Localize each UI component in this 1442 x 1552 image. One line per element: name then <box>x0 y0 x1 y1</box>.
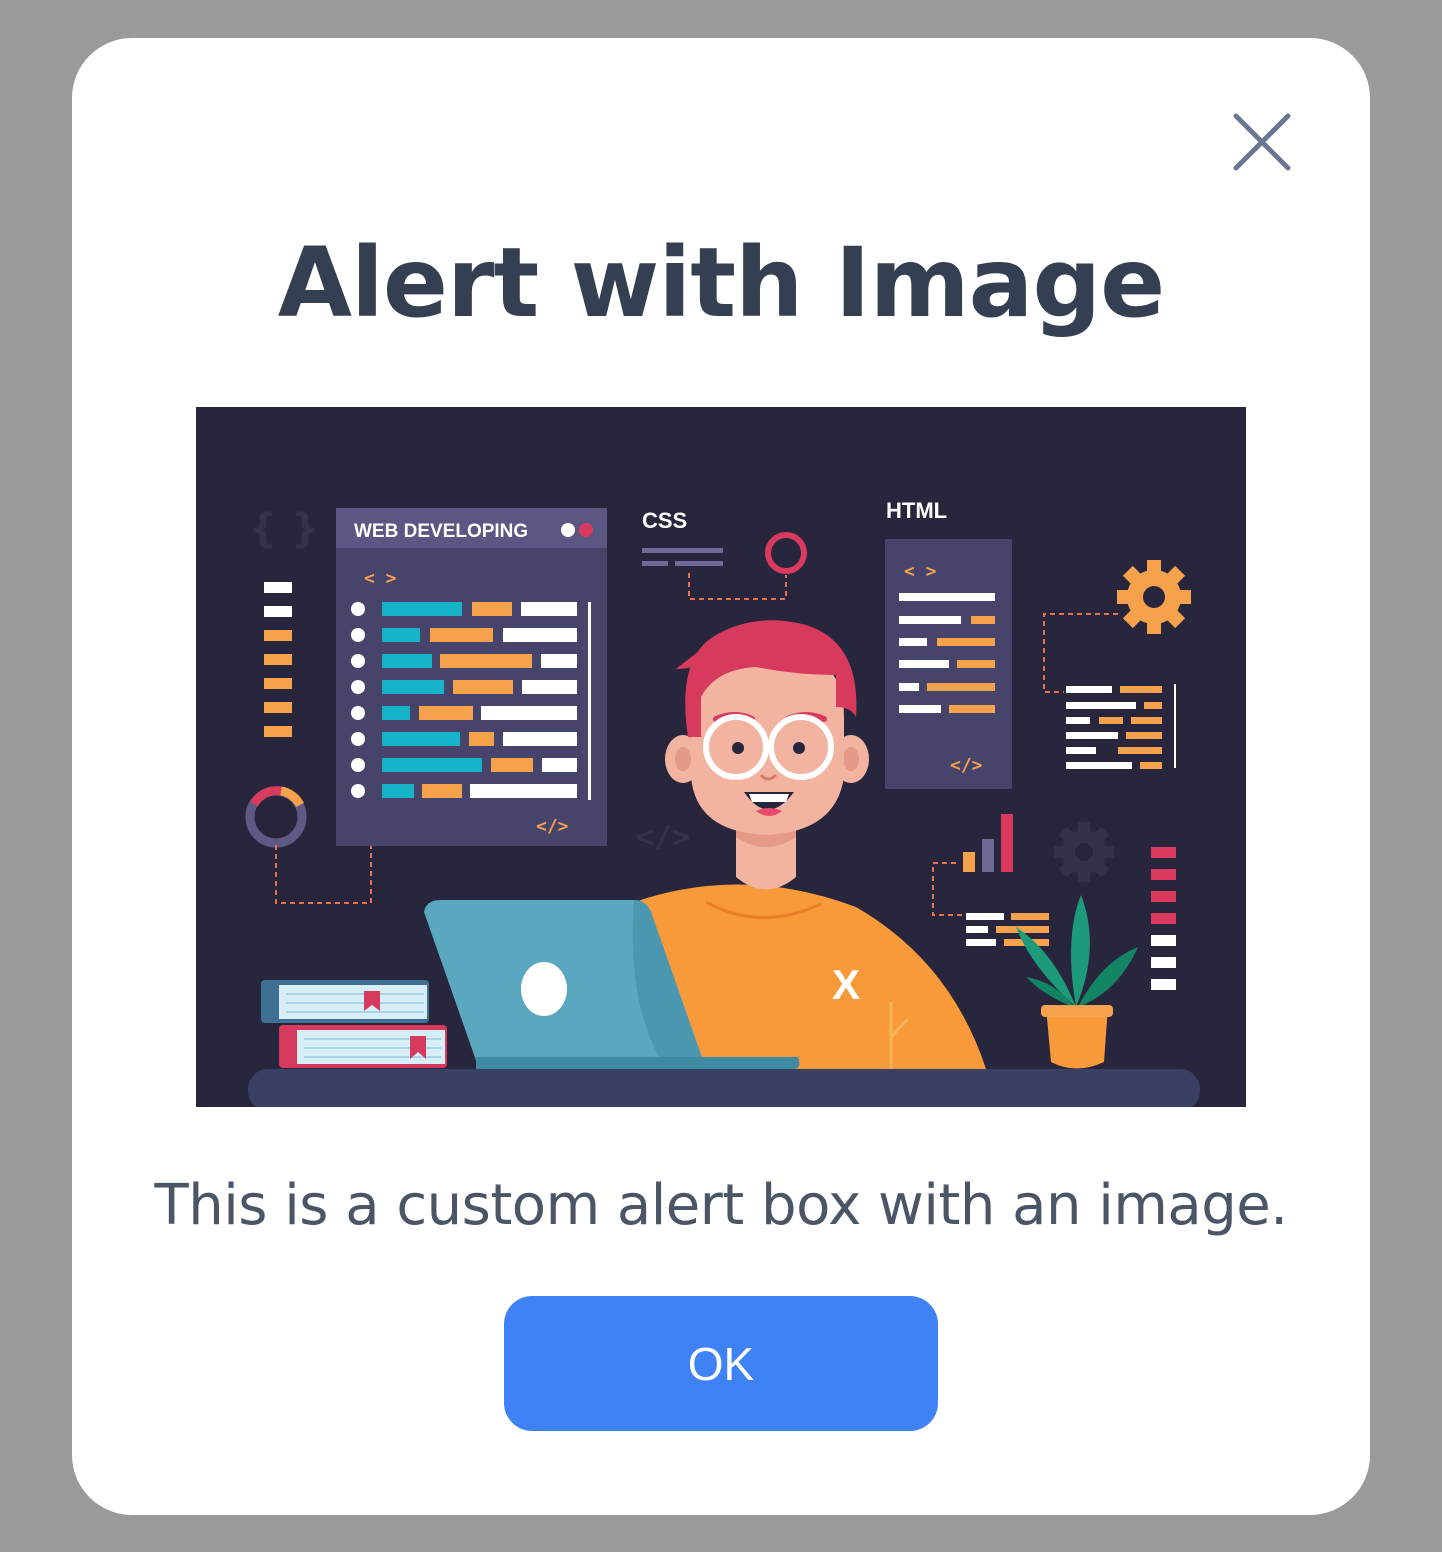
svg-text:</>: </> <box>636 820 690 855</box>
dialog-message: This is a custom alert box with an image… <box>154 1173 1289 1238</box>
dialog-title: Alert with Image <box>277 227 1166 339</box>
svg-text:</>: </> <box>536 816 569 837</box>
html-window: HTML < > </> <box>885 498 1012 789</box>
svg-text:{ }: { } <box>249 506 320 552</box>
svg-text:</>: </> <box>950 755 983 776</box>
close-icon <box>1233 113 1291 171</box>
web-developer-illustration: { } WEB DEVELOPING < > </> </> CSS HTML … <box>196 407 1246 1107</box>
svg-text:HTML: HTML <box>886 498 947 523</box>
ok-button[interactable]: OK <box>504 1296 938 1431</box>
svg-text:CSS: CSS <box>642 508 687 533</box>
svg-text:X: X <box>832 961 860 1008</box>
code-window: WEB DEVELOPING < > </> <box>336 508 607 846</box>
gear-icon <box>1117 560 1191 634</box>
close-button[interactable] <box>1224 104 1300 180</box>
svg-text:< >: < > <box>904 561 937 582</box>
alert-dialog: Alert with Image { } WEB DEVELOPING < > <box>72 38 1370 1515</box>
svg-text:< >: < > <box>364 568 397 589</box>
svg-text:WEB DEVELOPING: WEB DEVELOPING <box>354 521 528 542</box>
